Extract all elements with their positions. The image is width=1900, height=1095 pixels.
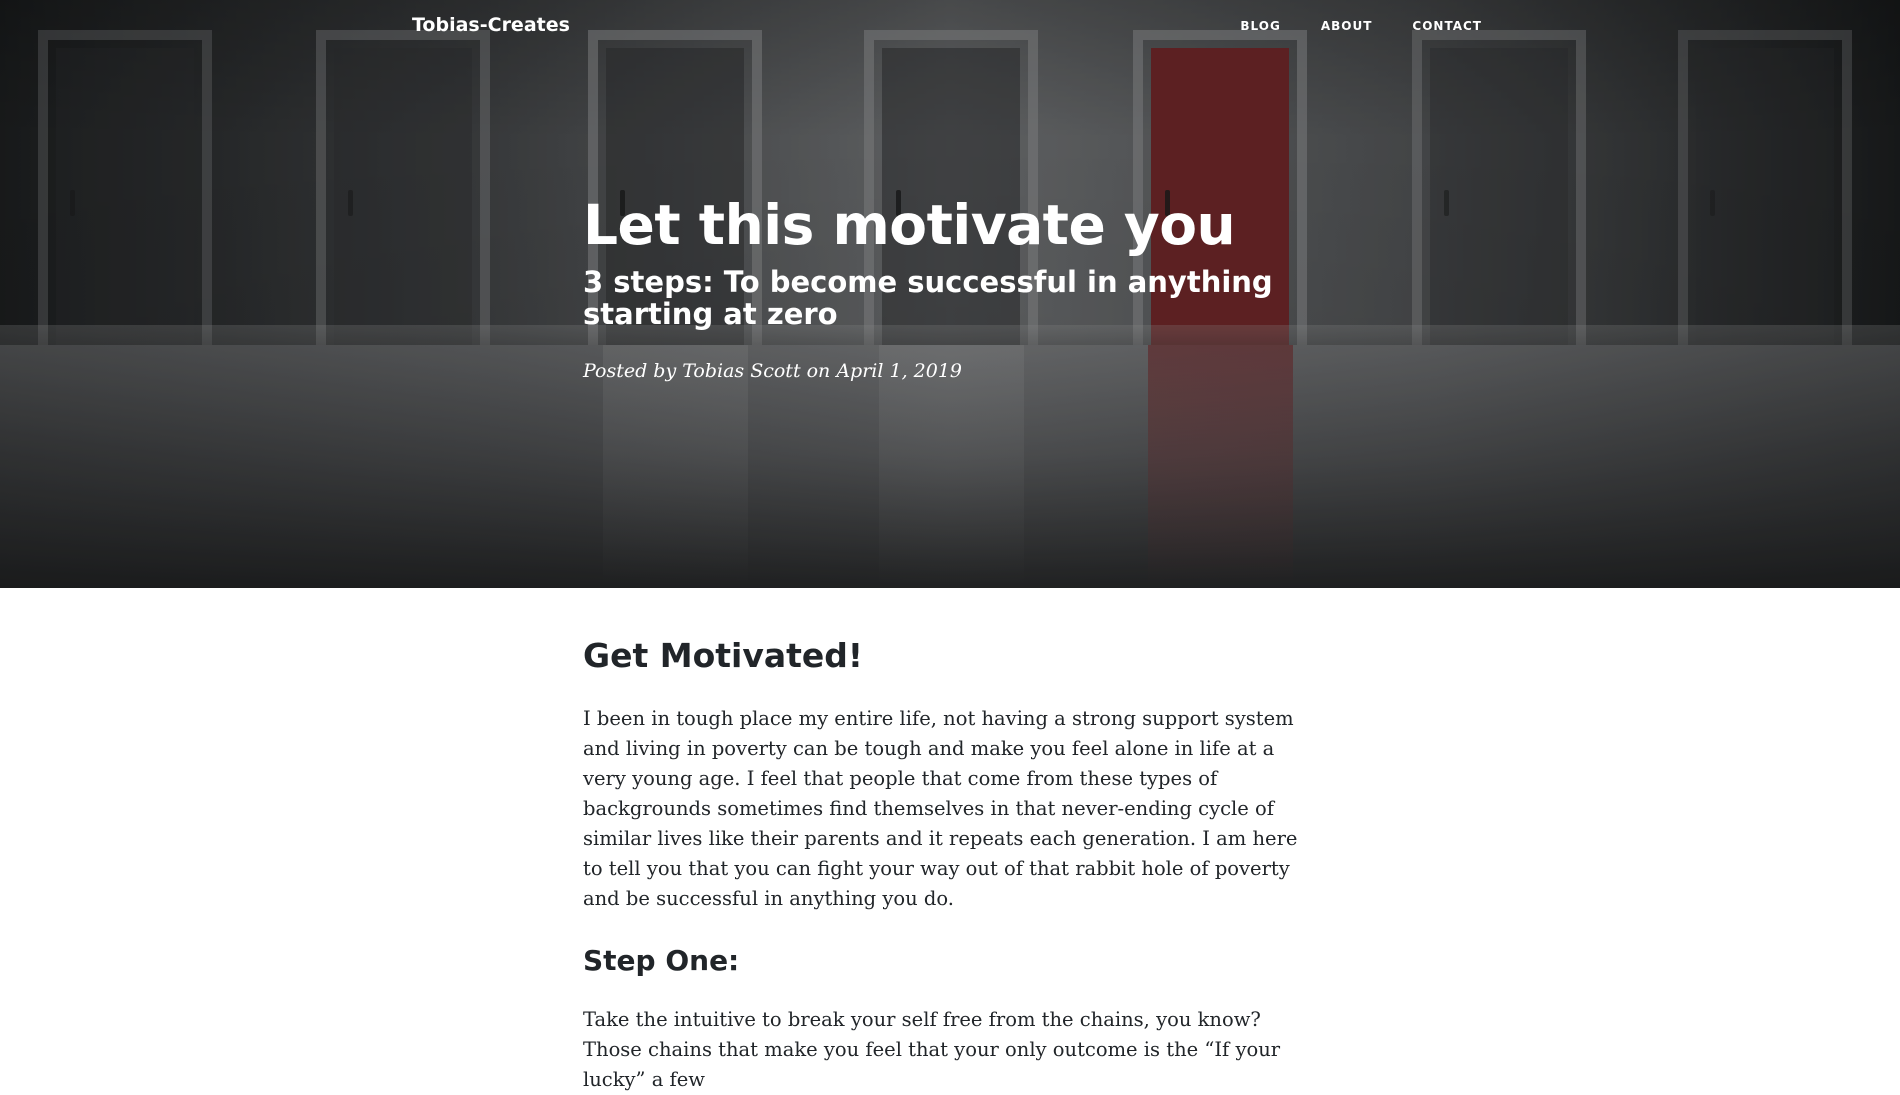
nav-links: Blog About Contact <box>1240 19 1482 33</box>
hero-header: Tobias-Creates Blog About Contact Let th… <box>0 0 1900 588</box>
post-meta: Posted by Tobias Scott on April 1, 2019 <box>583 360 963 383</box>
step-one-paragraph: Take the intuitive to break your self fr… <box>583 1008 1281 1092</box>
nav-link-blog[interactable]: Blog <box>1240 19 1280 33</box>
article-content: Get Motivated! I been in tough place my … <box>583 588 1323 1095</box>
intro-paragraph: I been in tough place my entire life, no… <box>583 706 1298 910</box>
main-nav: Tobias-Creates Blog About Contact <box>0 0 1900 54</box>
nav-link-about[interactable]: About <box>1321 19 1373 33</box>
section-heading-get-motivated: Get Motivated! <box>583 636 863 675</box>
post-subtitle: 3 steps: To become successful in anythin… <box>583 264 1273 331</box>
section-heading-step-one: Step One: <box>583 943 740 977</box>
post-title: Let this motivate you <box>583 193 1236 257</box>
nav-link-contact[interactable]: Contact <box>1412 19 1482 33</box>
post-heading: Let this motivate you 3 steps: To become… <box>583 195 1323 382</box>
brand-link[interactable]: Tobias-Creates <box>412 14 570 36</box>
